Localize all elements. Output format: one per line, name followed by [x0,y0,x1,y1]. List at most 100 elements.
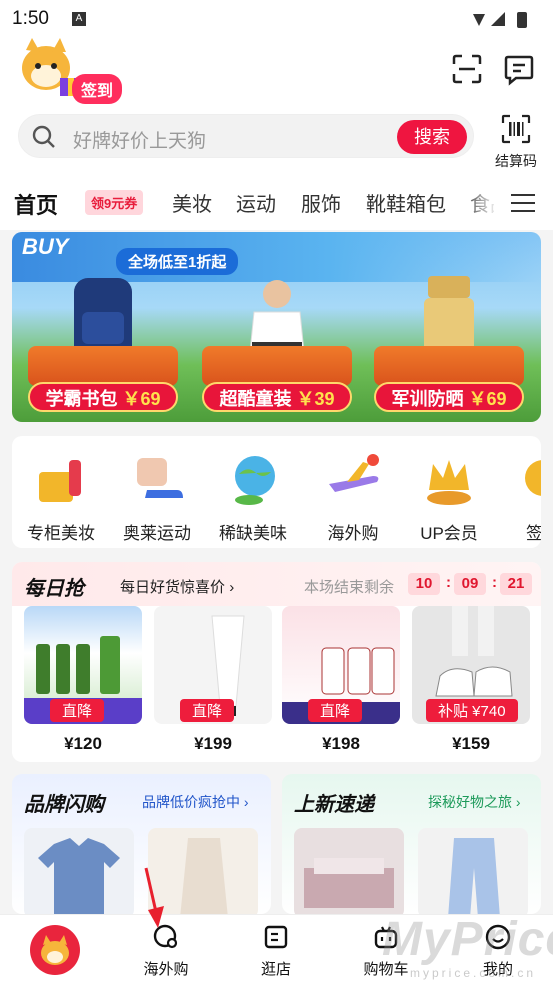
category-rare-food[interactable]: 稀缺美味 [208,450,298,544]
banner-card-tag: 军训防晒 ￥69 [374,382,524,412]
search-placeholder: 好牌好价上天狗 [73,131,207,152]
status-time: 1:50 [12,8,49,29]
annotation-arrow-icon [144,867,164,928]
banner-shelf [28,346,178,386]
sneaker-icon [137,458,183,498]
product-image: 补贴 ¥740 [412,606,530,724]
product-price: ¥198 [322,734,360,753]
mascot-home-icon [41,935,69,965]
countdown-label: 本场结束剩余 [304,579,395,596]
watermark-text: MyPrice [382,913,553,966]
banner-card-price: ￥39 [296,389,335,409]
category-label: 专柜美妆 [27,524,95,543]
countdown-colon: : [446,574,451,591]
jeans-image [448,838,500,914]
status-bar: 1:50 A [0,0,553,38]
search-bar[interactable]: 好牌好价上天狗 搜索 [18,114,474,158]
nav-label: 逛店 [260,961,291,978]
crown-icon [427,460,471,505]
banner-buy-text: BUY [22,234,69,259]
menu-icon[interactable] [511,194,535,218]
category-label: 签到 [526,524,541,543]
banner-shelf [374,346,524,386]
airplane-icon [329,454,379,492]
category-label: UP会员 [420,524,478,543]
product-image: 直降 [282,606,400,724]
countdown-colon: : [492,574,497,591]
brand-flash-sub: 品牌低价疯抢中 › [142,792,249,812]
product-image: 直降 [24,606,142,724]
bedding-image [304,858,394,908]
product-price: ¥120 [64,734,102,753]
signal-battery-icon [473,12,527,28]
header: 签到 好牌好价上天狗 搜索 结算码 首页 领9元券 美妆 运动 服饰 靴鞋箱包 [0,38,553,230]
banner-card-label: 军训防晒 [391,389,464,409]
flash-sale-link[interactable]: 每日好货惊喜价 › [120,576,234,597]
category-tabs: 首页 领9元券 美妆 运动 服饰 靴鞋箱包 食品 [0,176,553,226]
brand-flash-title: 品牌闪购 [24,794,104,816]
banner-card-backpack[interactable]: 学霸书包 ￥69 [28,272,178,412]
category-label: 海外购 [327,524,379,543]
search-button[interactable]: 搜索 [397,120,467,154]
category-outlet-sports[interactable]: 奥莱运动 [112,450,202,544]
tab-apparel[interactable]: 服饰 [301,188,341,217]
polo-shirt-image [38,838,120,914]
chevron-right-icon: › [229,579,235,596]
scan-icon[interactable] [450,52,484,86]
new-arrivals-sub: 探秘好物之旅 › [428,792,521,812]
new-arrivals-section[interactable]: 上新速递 探秘好物之旅 › [282,774,541,914]
settle-code-button[interactable]: 结算码 [490,114,542,171]
banner-card-sunscreen[interactable]: 军训防晒 ￥69 [374,272,524,412]
nav-stores[interactable]: 逛店 [236,923,316,979]
category-grid: 专柜美妆 奥莱运动 稀缺美味 海外购 UP会员 签 [12,436,541,548]
tab-shoes-bags[interactable]: 靴鞋箱包 [366,188,446,217]
banner-discount: 全场低至1折起 [116,248,239,275]
category-signin[interactable]: 签到 [498,450,541,544]
nav-home-button[interactable] [30,925,80,975]
nav-overseas[interactable]: 海外购 [126,923,206,979]
gift-box-icon [39,460,81,502]
banner-card-kidswear[interactable]: 超酷童装 ￥39 [202,272,352,412]
flash-product[interactable]: 直降 ¥198 [282,606,400,754]
coupon-badge[interactable]: 领9元券 [85,190,144,215]
flash-sale-link-label: 每日好货惊喜价 [120,579,226,596]
product-badge: 直降 [50,699,105,722]
product-price: ¥199 [194,734,232,753]
product-price: ¥159 [452,734,490,753]
tab-fade [462,176,498,226]
store-icon [264,925,288,949]
flash-product[interactable]: 直降 ¥120 [24,606,142,754]
banner-card-price: ￥69 [468,389,507,409]
notification-icon: A [72,12,86,26]
category-up-member[interactable]: UP会员 [404,450,494,544]
qr-code-icon [501,114,531,144]
product-badge: 直降 [180,699,235,722]
countdown-seconds: 21 [500,573,532,595]
banner-card-tag: 学霸书包 ￥69 [28,382,178,412]
globe-icon [235,456,275,505]
settle-code-label: 结算码 [495,153,537,169]
flash-sale-logo: 每日抢 [24,578,84,600]
tab-beauty[interactable]: 美妆 [172,188,212,217]
countdown-hours: 10 [408,573,440,595]
banner-card-label: 超酷童装 [219,389,292,409]
coin-icon [525,460,541,496]
flash-product[interactable]: 补贴 ¥740 ¥159 [412,606,530,754]
banner-card-tag: 超酷童装 ￥39 [202,382,352,412]
signin-button[interactable]: 签到 [72,74,123,104]
flash-product[interactable]: 直降 ¥199 [154,606,272,754]
chevron-right-icon: › [515,794,521,810]
category-label: 稀缺美味 [219,524,287,543]
tab-home[interactable]: 首页 [14,188,58,220]
search-icon [32,125,55,148]
category-beauty[interactable]: 专柜美妆 [16,450,106,544]
new-thumb-jeans[interactable] [418,828,528,914]
new-thumb-bedding[interactable] [294,828,404,914]
message-icon[interactable] [502,52,536,86]
new-arrivals-title: 上新速递 [294,794,374,816]
tab-sports[interactable]: 运动 [236,188,276,217]
brand-thumb-polo[interactable] [24,828,134,914]
countdown-minutes: 09 [454,573,486,595]
promo-banner[interactable]: BUY 全场低至1折起 学霸书包 ￥69 超酷童装 ￥39 军训防晒 ￥69 [12,232,541,422]
category-overseas[interactable]: 海外购 [308,450,398,544]
